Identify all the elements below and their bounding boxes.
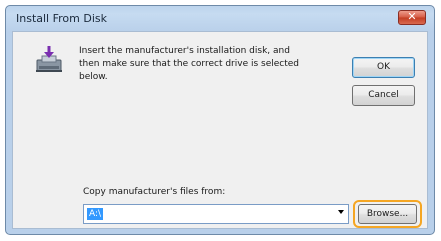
instruction-text: Insert the manufacturer's installation d… — [79, 46, 300, 82]
cancel-button[interactable]: Cancel — [352, 85, 415, 106]
close-button[interactable]: ✕ — [398, 10, 426, 25]
title-bar[interactable]: Install From Disk ✕ — [6, 6, 434, 32]
browse-button[interactable]: Browse... — [358, 204, 417, 224]
install-disk-icon — [36, 46, 62, 72]
copy-from-combobox[interactable]: A:\ — [83, 204, 349, 224]
install-from-disk-dialog: Install From Disk ✕ Insert the manufactu… — [5, 5, 435, 235]
chevron-down-icon[interactable] — [338, 210, 344, 214]
ok-button[interactable]: OK — [352, 57, 415, 78]
dialog-body: Insert the manufacturer's installation d… — [12, 31, 428, 229]
copy-from-value[interactable]: A:\ — [87, 208, 104, 220]
close-icon: ✕ — [407, 10, 417, 23]
dialog-title: Install From Disk — [16, 12, 107, 25]
copy-from-label: Copy manufacturer's files from: — [83, 187, 226, 197]
